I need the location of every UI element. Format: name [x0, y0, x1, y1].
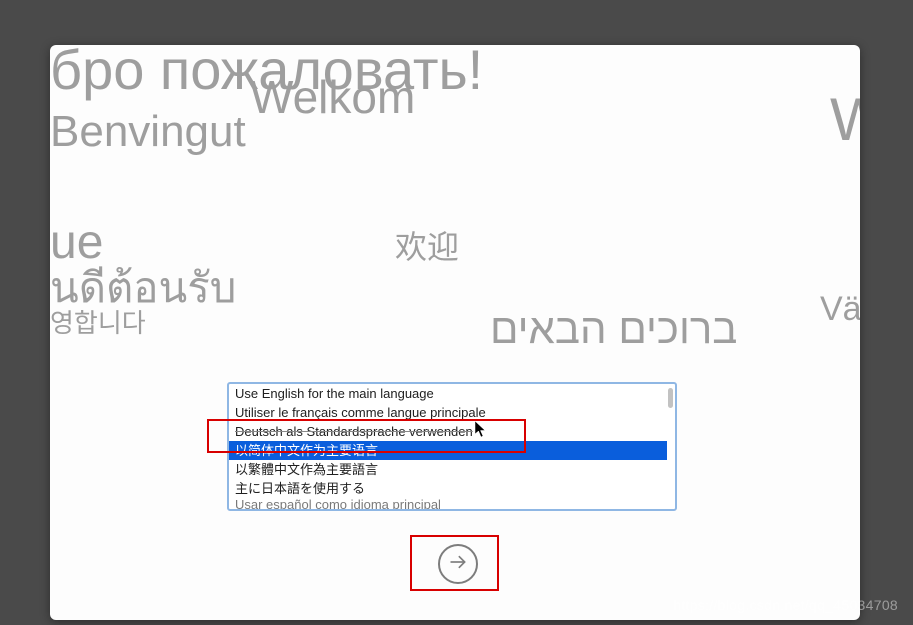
arrow-right-icon [448, 552, 468, 577]
language-option[interactable]: Usar español como idioma principal [229, 498, 667, 509]
next-button[interactable] [438, 544, 478, 584]
language-scroll-area: Use English for the main languageUtilise… [229, 384, 667, 509]
welcome-word-dutch: Welkom [250, 70, 415, 124]
language-option[interactable]: Deutsch als Standardsprache verwenden [229, 422, 667, 441]
welcome-word-hebrew: ברוכים הבאים [490, 305, 737, 353]
welcome-word-korean: 영합니다 [50, 303, 146, 340]
welcome-word-thai: นดีต้อนรับ [50, 255, 236, 321]
setup-window: бро пожаловать! Welkom Benvingut W ue 欢迎… [50, 45, 860, 620]
language-option[interactable]: 以简体中文作为主要语言 [229, 441, 667, 460]
language-option[interactable]: 以繁體中文作為主要語言 [229, 460, 667, 479]
welcome-word-swedish: Vä [820, 290, 860, 329]
welcome-word-chinese: 欢迎 [395, 222, 459, 268]
welcome-word-fragment: ue [50, 215, 103, 270]
welcome-word-catalan: Benvingut [50, 107, 246, 157]
welcome-word-russian: бро пожаловать! [50, 45, 483, 102]
language-select-list[interactable]: Use English for the main languageUtilise… [227, 382, 677, 511]
scrollbar-thumb[interactable] [668, 388, 673, 408]
watermark-text: https://blog.csdn.net/qq_45034708 [673, 597, 898, 613]
welcome-word-edge: W [830, 85, 860, 154]
language-option[interactable]: Utiliser le français comme langue princi… [229, 403, 667, 422]
language-option[interactable]: 主に日本語を使用する [229, 479, 667, 498]
language-option[interactable]: Use English for the main language [229, 384, 667, 403]
